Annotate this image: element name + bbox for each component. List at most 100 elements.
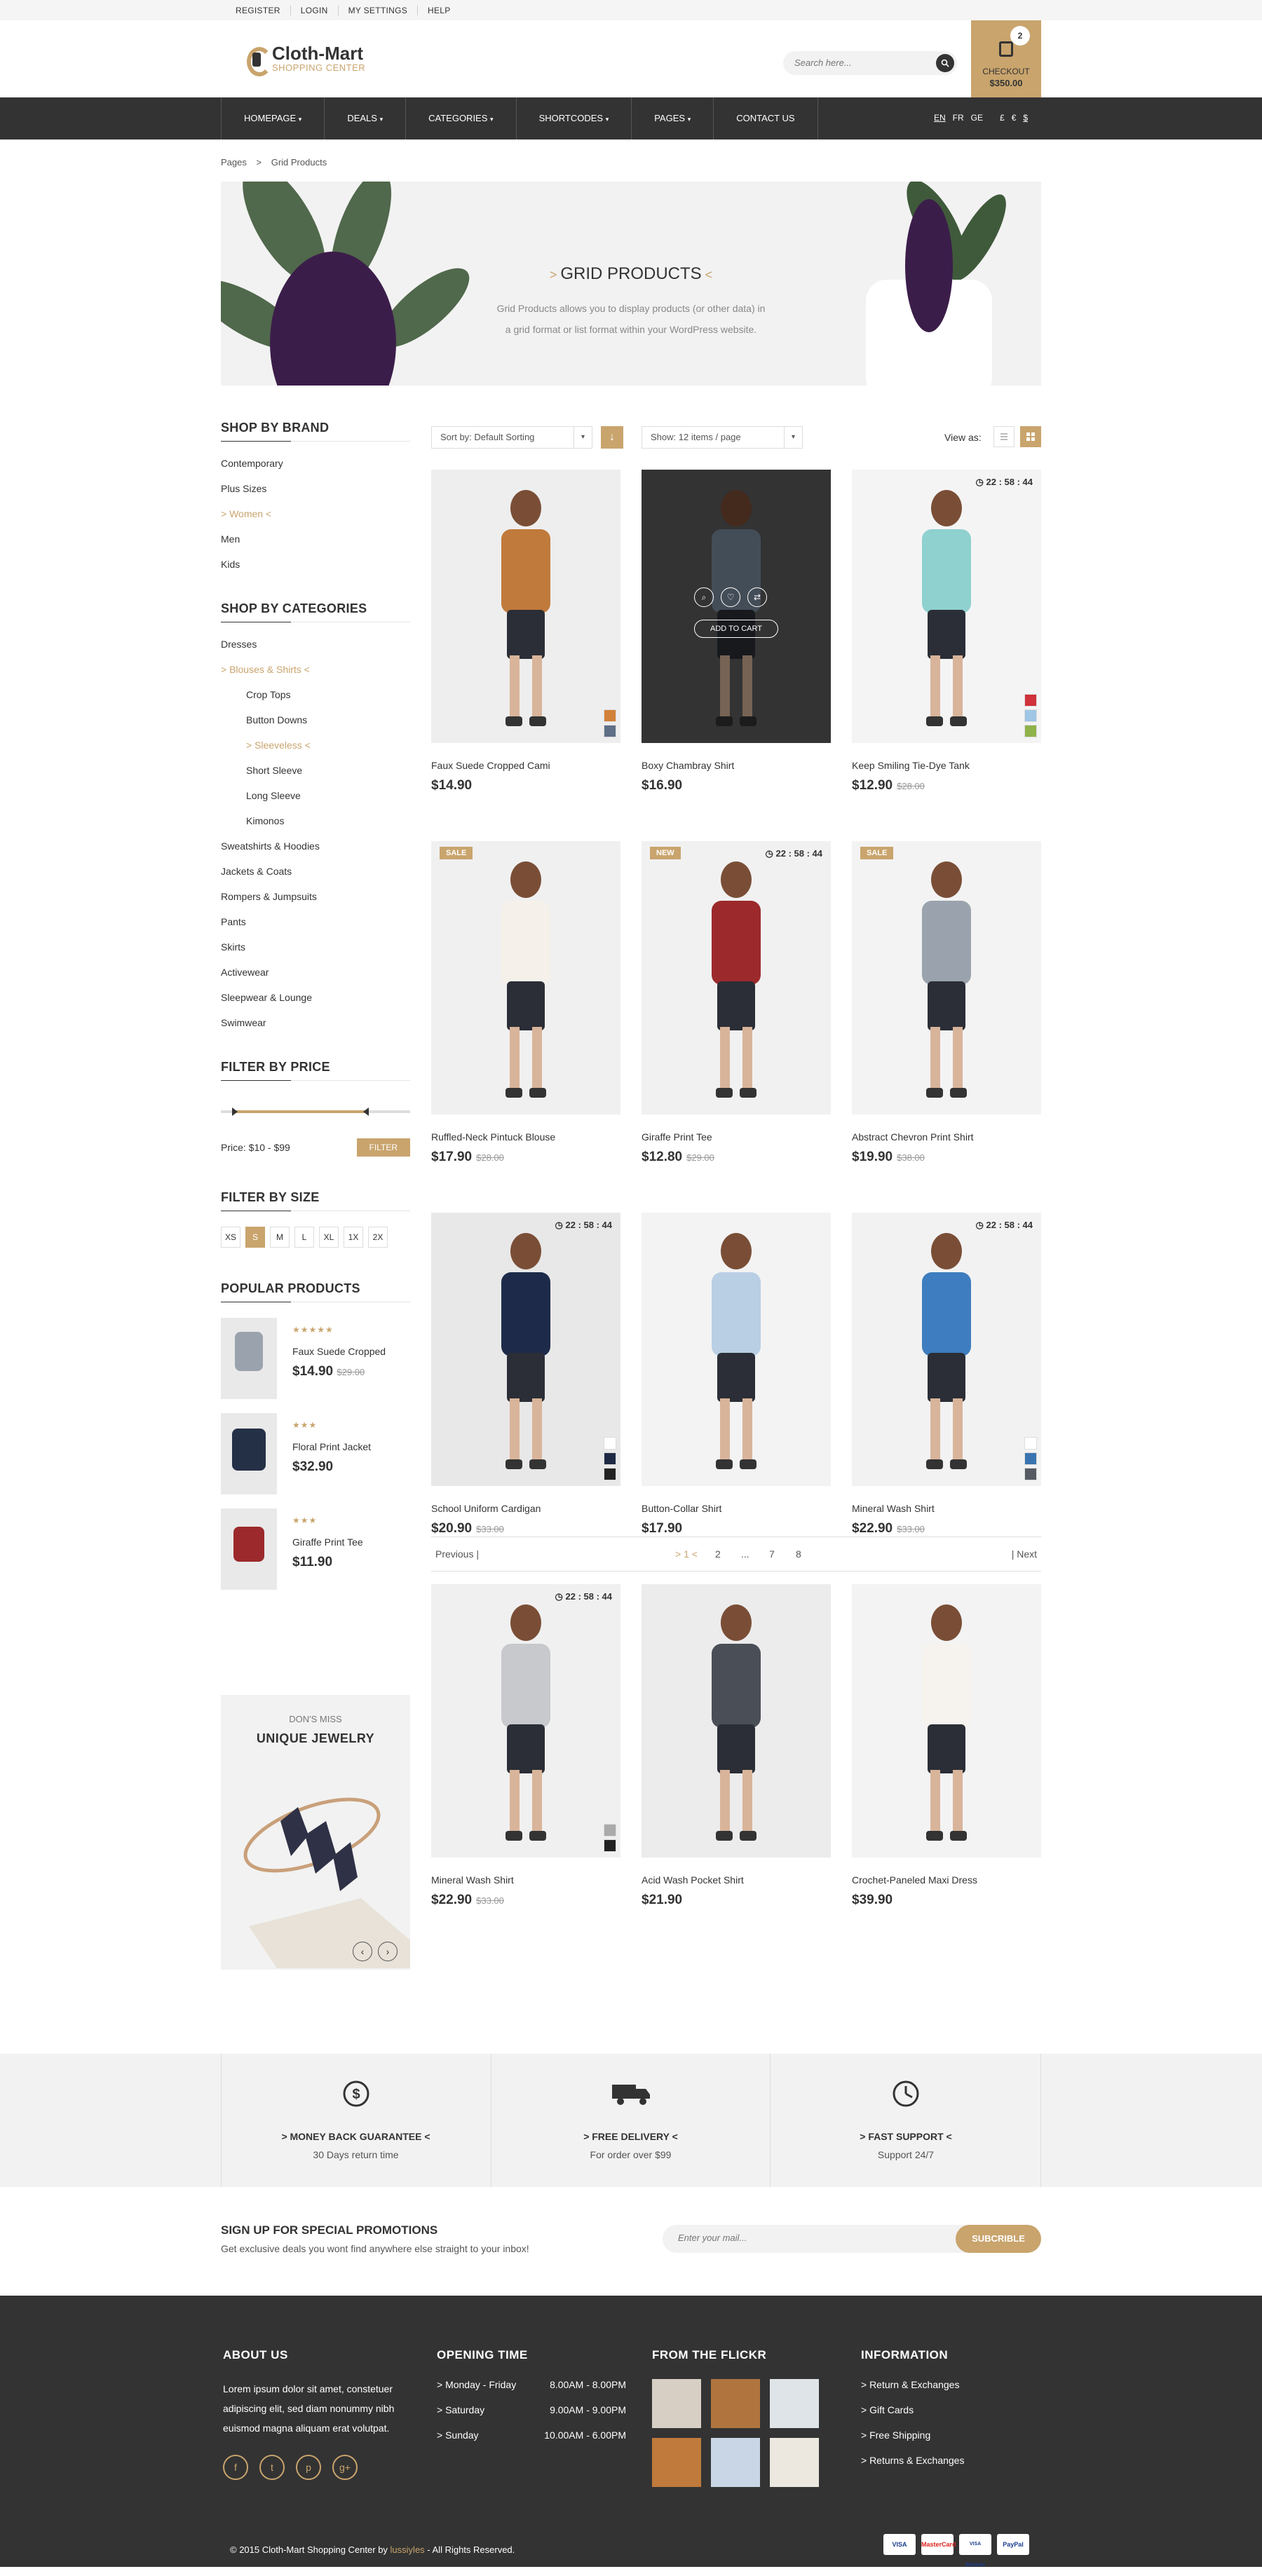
sort-direction-button[interactable]: ↓	[601, 426, 623, 449]
price-slider[interactable]	[221, 1096, 410, 1138]
product-card[interactable]: Crochet-Paneled Maxi Dress $39.90	[852, 1584, 1041, 1908]
product-name[interactable]: Ruffled-Neck Pintuck Blouse	[431, 1131, 620, 1143]
color-swatch[interactable]	[604, 1824, 616, 1836]
size-m[interactable]: M	[270, 1227, 290, 1248]
flickr-thumb[interactable]	[770, 2438, 819, 2487]
grid-view-icon[interactable]	[1020, 426, 1041, 447]
product-image[interactable]: ⌕ ♡ ⇄ ADD TO CART	[642, 470, 831, 743]
size-xs[interactable]: XS	[221, 1227, 240, 1248]
nav-deals[interactable]: DEALS ▾	[325, 97, 407, 139]
cart-checkout-button[interactable]: 2 CHECKOUT $350.00	[971, 20, 1041, 97]
currency-eur[interactable]: €	[1012, 113, 1017, 123]
info-link[interactable]: > Free Shipping	[861, 2430, 1036, 2455]
product-card[interactable]: Button-Collar Shirt $17.90	[642, 1213, 831, 1536]
jewelry-promo[interactable]: DON'S MISS UNIQUE JEWELRY ‹ ›	[221, 1695, 410, 1970]
color-swatch[interactable]	[1024, 709, 1037, 722]
product-name[interactable]: Mineral Wash Shirt	[431, 1874, 620, 1886]
brand-item[interactable]: Men	[221, 533, 410, 558]
product-image[interactable]: SALE	[852, 841, 1041, 1115]
product-image[interactable]: SALE	[431, 841, 620, 1115]
help-link[interactable]: HELP	[418, 6, 461, 15]
promo-prev-button[interactable]: ‹	[353, 1942, 372, 1961]
product-name[interactable]: Giraffe Print Tee	[642, 1131, 831, 1143]
next-page-link[interactable]: | Next	[1012, 1548, 1037, 1560]
my-settings-link[interactable]: MY SETTINGS	[339, 6, 419, 15]
product-image[interactable]: ◷ 22 : 58 : 44	[852, 470, 1041, 743]
popular-name[interactable]: Giraffe Print Tee	[292, 1536, 363, 1548]
login-link[interactable]: LOGIN	[291, 6, 339, 15]
product-image[interactable]	[642, 1584, 831, 1858]
subcategory-item[interactable]: > Sleeveless <	[221, 739, 410, 764]
flickr-thumb[interactable]	[652, 2379, 701, 2428]
flickr-thumb[interactable]	[652, 2438, 701, 2487]
category-item[interactable]: Dresses	[221, 638, 410, 663]
product-card[interactable]: ◷ 22 : 58 : 44 Keep Smiling Tie-Dye Tank $…	[852, 470, 1041, 793]
subscribe-button[interactable]: SUBCRIBLE	[956, 2225, 1041, 2253]
category-item[interactable]: > Blouses & Shirts <	[221, 663, 410, 688]
color-swatch[interactable]	[604, 1468, 616, 1480]
size-s-selected[interactable]: S	[245, 1227, 265, 1248]
flickr-thumb[interactable]	[711, 2438, 760, 2487]
list-view-icon[interactable]	[993, 426, 1015, 447]
size-xl[interactable]: XL	[319, 1227, 339, 1248]
nav-pages[interactable]: PAGES ▾	[632, 97, 714, 139]
product-card[interactable]: SALE Ruffled-Neck Pintuck Blouse $17.90 $28…	[431, 841, 620, 1165]
product-card[interactable]: SALE Abstract Chevron Print Shirt $19.90 $3…	[852, 841, 1041, 1165]
product-name[interactable]: Mineral Wash Shirt	[852, 1503, 1041, 1514]
page-7[interactable]: 7	[769, 1548, 775, 1560]
google-plus-icon[interactable]: g+	[332, 2455, 358, 2480]
product-image[interactable]	[431, 470, 620, 743]
color-swatch[interactable]	[604, 709, 616, 722]
category-item[interactable]: Sweatshirts & Hoodies	[221, 840, 410, 865]
product-name[interactable]: Acid Wash Pocket Shirt	[642, 1874, 831, 1886]
size-l[interactable]: L	[294, 1227, 314, 1248]
color-swatch[interactable]	[604, 1452, 616, 1465]
product-name[interactable]: School Uniform Cardigan	[431, 1503, 620, 1514]
subcategory-item[interactable]: Crop Tops	[221, 688, 410, 714]
product-card[interactable]: ◷ 22 : 58 : 44 Mineral Wash Shirt $22.90 $3…	[431, 1584, 620, 1908]
lang-en[interactable]: EN	[934, 113, 946, 123]
sort-select[interactable]: Sort by: Default Sorting ▾	[431, 426, 592, 449]
size-1x[interactable]: 1X	[344, 1227, 363, 1248]
color-swatch[interactable]	[604, 1839, 616, 1852]
product-name[interactable]: Crochet-Paneled Maxi Dress	[852, 1874, 1041, 1886]
page-8[interactable]: 8	[796, 1548, 801, 1560]
color-swatch[interactable]	[1024, 1437, 1037, 1450]
product-name[interactable]: Boxy Chambray Shirt	[642, 760, 831, 771]
brand-item[interactable]: Contemporary	[221, 457, 410, 482]
search-button[interactable]	[936, 54, 954, 72]
newsletter-email-input[interactable]	[678, 2233, 944, 2243]
nav-homepage[interactable]: HOMEPAGE ▾	[222, 97, 325, 139]
popular-name[interactable]: Faux Suede Cropped	[292, 1346, 386, 1357]
currency-gbp[interactable]: £	[1000, 113, 1005, 123]
product-thumbnail[interactable]	[221, 1413, 277, 1494]
product-card[interactable]: ◷ 22 : 58 : 44 Mineral Wash Shirt $22.90 $3…	[852, 1213, 1041, 1536]
category-item[interactable]: Skirts	[221, 941, 410, 966]
category-item[interactable]: Sleepwear & Lounge	[221, 991, 410, 1016]
info-link[interactable]: > Return & Exchanges	[861, 2379, 1036, 2404]
wishlist-icon[interactable]: ♡	[721, 587, 740, 607]
product-card[interactable]: NEW ◷ 22 : 58 : 44 Giraffe Print Tee $12.80…	[642, 841, 831, 1165]
product-name[interactable]: Faux Suede Cropped Cami	[431, 760, 620, 771]
quick-view-icon[interactable]: ⌕	[694, 587, 714, 607]
facebook-icon[interactable]: f	[223, 2455, 248, 2480]
color-swatch[interactable]	[1024, 694, 1037, 707]
popular-item[interactable]: ★★★★★ Faux Suede Cropped $14.90 $29.00	[221, 1318, 410, 1413]
product-card[interactable]: ⌕ ♡ ⇄ ADD TO CART Boxy Chambray Shirt $16.90	[642, 470, 831, 793]
currency-usd[interactable]: $	[1023, 113, 1028, 123]
flickr-thumb[interactable]	[711, 2379, 760, 2428]
product-card[interactable]: Acid Wash Pocket Shirt $21.90	[642, 1584, 831, 1908]
nav-shortcodes[interactable]: SHORTCODES ▾	[517, 97, 632, 139]
subcategory-item[interactable]: Button Downs	[221, 714, 410, 739]
category-item[interactable]: Pants	[221, 915, 410, 941]
lang-fr[interactable]: FR	[953, 113, 964, 123]
product-image[interactable]: NEW ◷ 22 : 58 : 44	[642, 841, 831, 1115]
breadcrumb-pages[interactable]: Pages	[221, 157, 247, 168]
search-input[interactable]	[794, 57, 921, 68]
product-thumbnail[interactable]	[221, 1508, 277, 1590]
popular-item[interactable]: ★★★ Floral Print Jacket $32.90	[221, 1413, 410, 1508]
product-name[interactable]: Keep Smiling Tie-Dye Tank	[852, 760, 1041, 771]
product-image[interactable]: ◷ 22 : 58 : 44	[852, 1213, 1041, 1486]
promo-next-button[interactable]: ›	[378, 1942, 398, 1961]
color-swatch[interactable]	[604, 725, 616, 737]
